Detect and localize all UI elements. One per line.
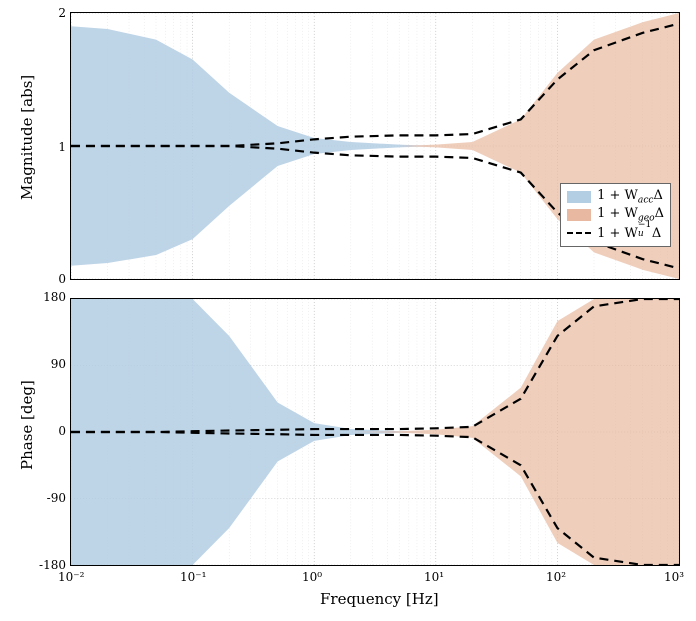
legend-box: 1 + WaccΔ 1 + WgeoΔ 1 + W−1uΔ [560, 183, 671, 247]
xtick-3: 10¹ [424, 570, 444, 584]
legend-text-acc: 1 + WaccΔ [597, 188, 663, 206]
legend-swatch-acc [567, 191, 591, 203]
legend-dash-wu [567, 232, 591, 234]
legend-item-acc: 1 + WaccΔ [567, 188, 664, 206]
ytick-bot-3: 90 [34, 357, 66, 371]
xtick-1: 10⁻¹ [180, 570, 206, 584]
xlabel-frequency: Frequency [Hz] [320, 590, 439, 608]
ytick-top-2: 2 [56, 6, 66, 20]
phase-plot-svg [71, 299, 679, 565]
phase-panel [70, 298, 680, 566]
legend-text-geo: 1 + WgeoΔ [597, 206, 664, 224]
legend-item-wu: 1 + W−1uΔ [567, 224, 664, 242]
ytick-bot-4: 180 [34, 290, 66, 304]
ytick-bot-1: -90 [34, 491, 66, 505]
ytick-top-1: 1 [56, 140, 66, 154]
ytick-top-0: 0 [56, 272, 66, 286]
xtick-4: 10² [546, 570, 566, 584]
magnitude-panel: 1 + WaccΔ 1 + WgeoΔ 1 + W−1uΔ [70, 12, 680, 280]
legend-text-wu: 1 + W−1uΔ [597, 226, 661, 241]
bode-figure: 1 + WaccΔ 1 + WgeoΔ 1 + W−1uΔ Magnitude … [0, 0, 696, 621]
legend-swatch-geo [567, 209, 591, 221]
xtick-0: 10⁻² [58, 570, 84, 584]
xtick-2: 10⁰ [302, 570, 322, 584]
ytick-bot-2: 0 [34, 424, 66, 438]
xtick-5: 10³ [664, 570, 684, 584]
ylabel-magnitude: Magnitude [abs] [18, 75, 36, 200]
